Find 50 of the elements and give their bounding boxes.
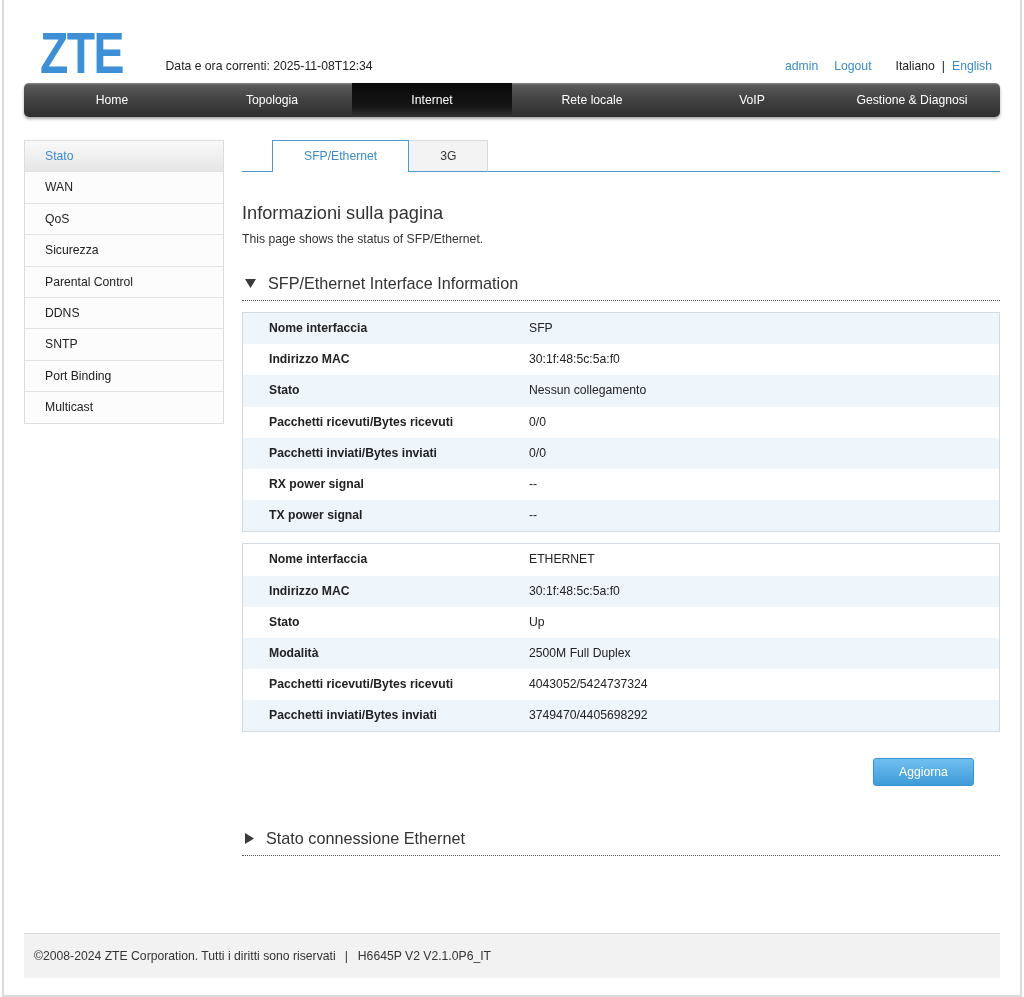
row-label: Stato bbox=[268, 613, 301, 631]
nav-tab[interactable]: Topologia bbox=[192, 83, 352, 117]
row-label: RX power signal bbox=[268, 475, 365, 493]
row-label: Modalità bbox=[268, 644, 320, 662]
copyright-text: ©2008-2024 ZTE Corporation. Tutti i diritti sono riservati bbox=[34, 949, 336, 963]
row-value: Nessun collegamento bbox=[529, 382, 648, 400]
page-description: This page shows the status of SFP/Ethernet. bbox=[242, 231, 485, 247]
nav-tab[interactable]: VoIP bbox=[672, 83, 832, 117]
section-title[interactable]: SFP/Ethernet Interface Information bbox=[268, 273, 519, 293]
row-value: Up bbox=[529, 613, 546, 631]
section-title[interactable]: Stato connessione Ethernet bbox=[266, 828, 465, 849]
row-value: -- bbox=[529, 507, 539, 525]
row-label: Pacchetti inviati/Bytes inviati bbox=[268, 707, 438, 725]
row-value: 0/0 bbox=[529, 444, 547, 462]
logout-link[interactable]: Logout bbox=[834, 58, 872, 74]
row-value: 30:1f:48:5c:5a:f0 bbox=[529, 351, 621, 369]
row-value: -- bbox=[529, 475, 539, 493]
nav-tab[interactable]: Rete locale bbox=[512, 83, 672, 117]
nav-tab[interactable]: Home bbox=[32, 83, 192, 117]
row-label: Pacchetti ricevuti/Bytes ricevuti bbox=[268, 413, 455, 431]
page-title: Informazioni sulla pagina bbox=[242, 202, 445, 224]
datetime-text: Data e ora correnti: 2025-11-08T12:34 bbox=[165, 58, 373, 74]
row-label: Indirizzo MAC bbox=[268, 582, 351, 600]
row-value: 3749470/4405698292 bbox=[529, 707, 649, 725]
row-label: Stato bbox=[268, 382, 301, 400]
separator-text: | bbox=[941, 58, 945, 74]
row-value: 4043052/5424737324 bbox=[529, 676, 649, 694]
row-value: 30:1f:48:5c:5a:f0 bbox=[529, 582, 621, 600]
caret-icon[interactable] bbox=[245, 832, 254, 844]
row-label: Nome interfaccia bbox=[268, 320, 369, 337]
row-label: TX power signal bbox=[268, 507, 364, 525]
language-link[interactable]: English bbox=[952, 58, 992, 74]
tab[interactable]: SFP/Ethernet bbox=[272, 140, 410, 172]
tab[interactable]: 3G bbox=[409, 140, 489, 172]
nav-tab[interactable]: Gestione & Diagnosi bbox=[832, 83, 992, 117]
username-link[interactable]: admin bbox=[785, 58, 819, 74]
row-value: 2500M Full Duplex bbox=[529, 644, 632, 662]
row-value: SFP bbox=[529, 320, 554, 337]
version-text: H6645P V2 V2.1.0P6_IT bbox=[357, 949, 492, 963]
row-label: Pacchetti inviati/Bytes inviati bbox=[268, 444, 438, 462]
row-label: Nome interfaccia bbox=[268, 551, 369, 569]
logo: ZTE bbox=[40, 24, 123, 82]
row-value: 0/0 bbox=[529, 413, 547, 431]
row-label: Pacchetti ricevuti/Bytes ricevuti bbox=[268, 676, 455, 694]
separator-text: | bbox=[344, 949, 348, 963]
caret-icon[interactable] bbox=[245, 278, 256, 288]
row-value: ETHERNET bbox=[529, 551, 596, 569]
nav-tab[interactable]: Internet bbox=[352, 83, 512, 117]
language-link[interactable]: Italiano bbox=[895, 58, 935, 74]
row-label: Indirizzo MAC bbox=[268, 351, 351, 369]
